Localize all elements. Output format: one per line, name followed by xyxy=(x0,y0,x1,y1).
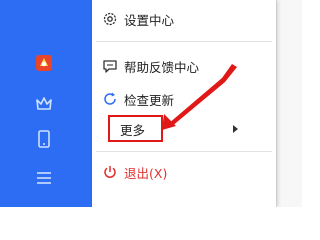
refresh-icon xyxy=(102,91,118,107)
left-sidebar xyxy=(0,0,92,207)
menu-separator xyxy=(96,151,272,152)
phone-icon[interactable] xyxy=(34,129,54,149)
menu-lines-icon[interactable] xyxy=(34,168,54,188)
menu-separator xyxy=(96,41,272,42)
gear-icon xyxy=(102,11,118,27)
menu-label-feedback: 帮助反馈中心 xyxy=(124,59,200,75)
menu-label-check-update: 检查更新 xyxy=(124,92,175,108)
crown-icon[interactable] xyxy=(34,94,54,114)
menu-item-check-update[interactable]: 检查更新 xyxy=(92,85,276,113)
menu-label-settings: 设置中心 xyxy=(124,12,175,28)
power-icon xyxy=(102,164,118,180)
chat-bubble-icon xyxy=(102,58,118,74)
menu-item-feedback[interactable]: 帮助反馈中心 xyxy=(92,52,276,80)
menu-item-exit[interactable]: 退出(X) xyxy=(92,158,276,186)
context-menu: 设置中心 帮助反馈中心 检查更新 更多 退出(X) xyxy=(92,0,276,207)
app-logo-icon[interactable] xyxy=(34,53,54,73)
menu-label-exit: 退出(X) xyxy=(124,165,168,181)
annotation-highlight-box xyxy=(108,115,163,142)
chevron-right-icon xyxy=(233,125,238,133)
menu-item-settings[interactable]: 设置中心 xyxy=(92,5,276,33)
screenshot-stage: 设置中心 帮助反馈中心 检查更新 更多 退出(X) xyxy=(0,0,302,207)
background-panel xyxy=(276,0,302,207)
